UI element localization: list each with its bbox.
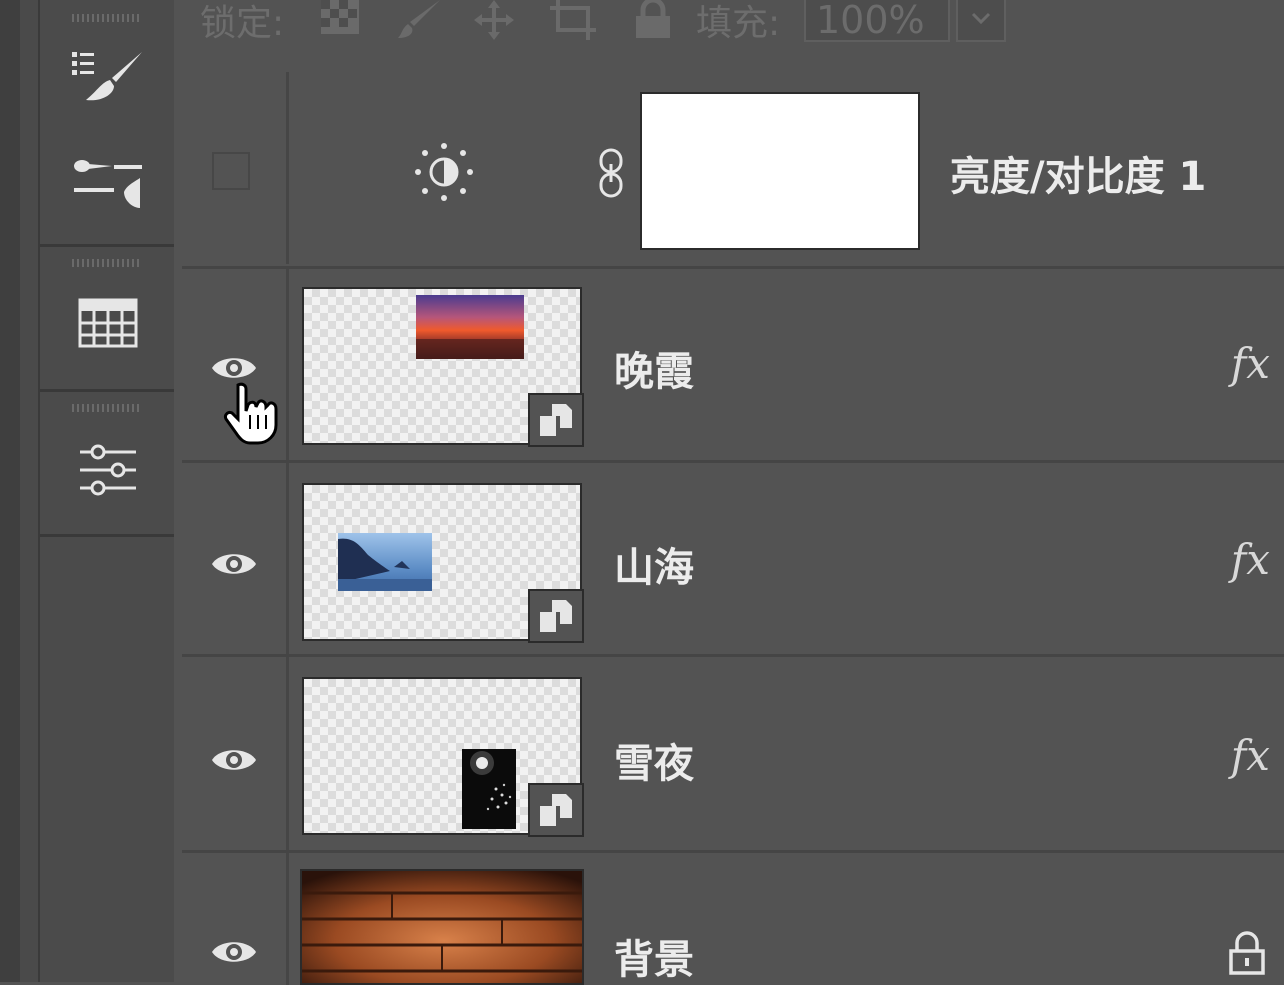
lock-position-icon[interactable] <box>472 0 516 49</box>
visibility-column <box>182 853 289 985</box>
lock-icon[interactable] <box>1228 931 1266 975</box>
layer-name[interactable]: 亮度/对比度 1 <box>950 144 1206 202</box>
tool-group-adjustments <box>40 392 174 537</box>
visibility-column <box>182 463 289 655</box>
layer-mask-thumbnail[interactable] <box>640 92 920 250</box>
smart-object-badge <box>528 589 584 643</box>
smart-object-icon <box>540 794 572 826</box>
lock-transparent-pixels-icon[interactable] <box>320 0 360 45</box>
layer-thumbnail[interactable] <box>302 483 584 643</box>
layer-thumbnail[interactable] <box>300 869 584 985</box>
brush-presets-button[interactable] <box>72 42 144 114</box>
brush-settings-icon <box>74 160 142 208</box>
wood-planks-image <box>302 871 582 983</box>
fx-indicator-icon[interactable]: fx <box>1231 339 1270 388</box>
lock-bar: 锁定: 填充: 100% <box>174 0 1284 60</box>
mountain-sea-image <box>338 533 432 591</box>
left-gutter <box>0 0 20 982</box>
smart-object-badge <box>528 393 584 447</box>
fill-dropdown[interactable] <box>956 0 1006 42</box>
visibility-toggle-empty[interactable] <box>212 152 250 190</box>
layer-row-sunset[interactable]: 晚霞 fx <box>182 266 1284 461</box>
brightness-contrast-icon <box>414 142 474 206</box>
lock-all-icon[interactable] <box>634 0 672 49</box>
fill-input[interactable]: 100% <box>804 0 950 42</box>
grip-handle[interactable] <box>72 259 142 267</box>
link-chain-icon[interactable] <box>596 148 626 202</box>
layer-row-brightness-contrast[interactable]: 亮度/对比度 1 <box>182 72 1284 264</box>
smart-object-icon <box>540 404 572 436</box>
brush-presets-icon <box>72 52 142 101</box>
grip-handle[interactable] <box>72 404 142 412</box>
fx-indicator-icon[interactable]: fx <box>1231 731 1270 780</box>
chevron-down-icon <box>971 12 991 24</box>
eye-icon[interactable] <box>210 937 258 967</box>
layers-panel: 锁定: 填充: 100% 亮度/对比度 1 晚霞 fx 山海 fx 雪夜 fx … <box>174 0 1284 985</box>
layer-name[interactable]: 山海 <box>614 535 694 593</box>
layer-row-mountain-sea[interactable]: 山海 fx <box>182 460 1284 655</box>
adjustments-button[interactable] <box>72 434 144 506</box>
lock-image-pixels-icon[interactable] <box>396 0 442 49</box>
adjustments-sliders-icon <box>80 444 136 496</box>
smart-object-icon <box>540 600 572 632</box>
layer-thumbnail[interactable] <box>302 287 584 447</box>
fill-label: 填充: <box>696 3 781 44</box>
grip-handle[interactable] <box>72 14 142 22</box>
eye-icon[interactable] <box>210 549 258 579</box>
swatches-button[interactable] <box>72 287 144 359</box>
lock-artboard-icon[interactable] <box>550 0 598 49</box>
layer-name[interactable]: 雪夜 <box>614 731 694 789</box>
fx-indicator-icon[interactable]: fx <box>1231 535 1270 584</box>
visibility-column <box>182 269 289 461</box>
snow-night-image <box>462 749 516 829</box>
lock-label: 锁定: <box>200 3 285 44</box>
layer-row-snow-night[interactable]: 雪夜 fx <box>182 654 1284 851</box>
panel-divider <box>20 0 38 982</box>
layer-name[interactable]: 晚霞 <box>614 339 694 397</box>
hand-cursor-icon <box>224 382 278 445</box>
eye-icon[interactable] <box>210 353 258 383</box>
swatches-grid-icon <box>78 298 138 348</box>
visibility-column <box>182 72 289 264</box>
layer-thumbnail[interactable] <box>302 677 584 837</box>
layer-row-background[interactable]: 背景 <box>182 850 1284 985</box>
tool-group-brushes <box>40 0 174 247</box>
eye-icon[interactable] <box>210 745 258 775</box>
sunset-image <box>416 295 524 359</box>
smart-object-badge <box>528 783 584 837</box>
visibility-column <box>182 657 289 851</box>
panel-dock <box>38 0 176 982</box>
brush-settings-button[interactable] <box>72 146 144 218</box>
tool-group-swatches <box>40 247 174 392</box>
layer-name[interactable]: 背景 <box>614 927 694 985</box>
